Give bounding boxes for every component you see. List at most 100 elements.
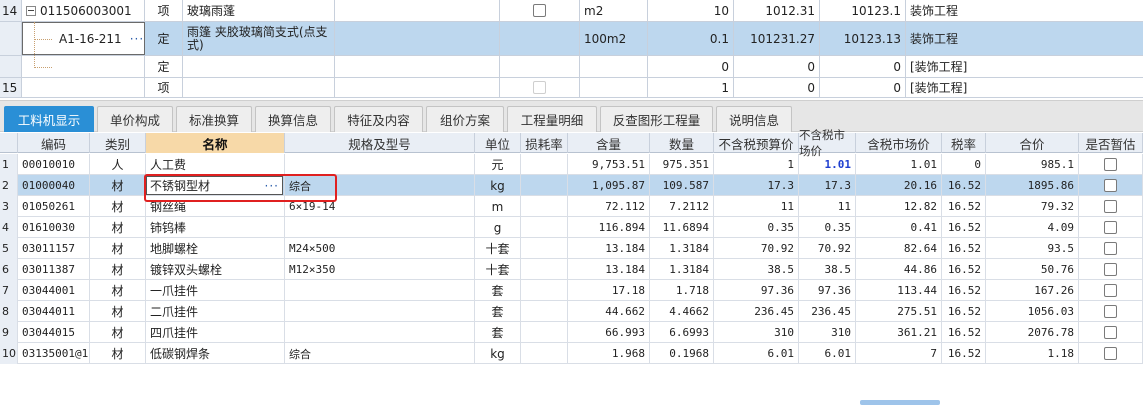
resource-row[interactable]: 5 03011157 材地脚螺栓 M24×500 十套 13.184 1.3184 70.92…	[0, 238, 1143, 259]
cell-content[interactable]: 44.662	[568, 301, 650, 322]
cell-total[interactable]: 985.1	[986, 154, 1079, 175]
cell-provisional[interactable]	[1079, 175, 1143, 196]
cell-loss[interactable]	[521, 259, 568, 280]
cell-spec[interactable]: 6×19-14	[285, 196, 475, 217]
cell-qty[interactable]: 975.351	[650, 154, 714, 175]
provisional-checkbox[interactable]	[1104, 158, 1117, 171]
checkbox-cell[interactable]	[500, 0, 580, 21]
cell-market[interactable]: 310	[799, 322, 856, 343]
cell-type[interactable]: 材	[90, 301, 146, 322]
horizontal-scrollbar-thumb[interactable]	[860, 400, 940, 405]
type-cell[interactable]: 项	[145, 0, 183, 21]
cell-qty[interactable]: 11.6894	[650, 217, 714, 238]
cell-code[interactable]: 03044015	[18, 322, 90, 343]
cell-provisional[interactable]	[1079, 154, 1143, 175]
cell-type[interactable]: 材	[90, 259, 146, 280]
resource-row[interactable]: 10 03135001@1 材低碳钢焊条 综合 kg 1.968 0.1968 6.01 6.0…	[0, 343, 1143, 364]
cell-type[interactable]: 材	[90, 175, 146, 196]
header-content[interactable]: 含量	[568, 133, 650, 153]
cell-spec[interactable]: 综合	[285, 175, 475, 196]
header-code[interactable]: 编码	[18, 133, 90, 153]
spec-cell[interactable]	[335, 56, 500, 77]
unit-cell[interactable]	[580, 78, 648, 97]
name-cell[interactable]: 玻璃雨蓬	[183, 0, 335, 21]
more-options-icon[interactable]: ···	[265, 179, 279, 193]
cell-code[interactable]: 03135001@1	[18, 343, 90, 364]
cell-budget[interactable]: 17.3	[714, 175, 799, 196]
price-cell[interactable]: 1012.31	[734, 0, 820, 21]
cell-name[interactable]: 二爪挂件	[146, 301, 285, 322]
resource-row-selected[interactable]: 2 01000040 材不锈钢型材 ··· 综合 kg 1,095.87 109.587 17.…	[0, 175, 1143, 196]
provisional-checkbox[interactable]	[1104, 263, 1117, 276]
cell-tax[interactable]: 16.52	[942, 259, 986, 280]
qty-cell[interactable]: 0.1	[648, 22, 734, 55]
cell-market[interactable]: 11	[799, 196, 856, 217]
cell-market[interactable]: 1.01	[799, 154, 856, 175]
cell-loss[interactable]	[521, 322, 568, 343]
cell-provisional[interactable]	[1079, 322, 1143, 343]
cell-unit[interactable]: 套	[475, 301, 521, 322]
qty-cell[interactable]: 10	[648, 0, 734, 21]
cell-spec[interactable]	[285, 154, 475, 175]
cell-taxmarket[interactable]: 361.21	[856, 322, 942, 343]
cell-market[interactable]: 38.5	[799, 259, 856, 280]
cell-tax[interactable]: 16.52	[942, 196, 986, 217]
cell-budget[interactable]: 70.92	[714, 238, 799, 259]
cell-total[interactable]: 50.76	[986, 259, 1079, 280]
spec-cell[interactable]	[335, 0, 500, 21]
cell-qty[interactable]: 7.2112	[650, 196, 714, 217]
header-unit[interactable]: 单位	[475, 133, 521, 153]
cell-content[interactable]: 13.184	[568, 238, 650, 259]
checkbox[interactable]	[533, 4, 546, 17]
tab-reverse-graphic-quantity[interactable]: 反查图形工程量	[600, 106, 713, 132]
provisional-checkbox[interactable]	[1104, 242, 1117, 255]
quota-row[interactable]: 定 0 0 0 [装饰工程]	[0, 56, 1143, 78]
cell-name[interactable]: 铈钨棒	[146, 217, 285, 238]
qty-cell[interactable]: 1	[648, 78, 734, 97]
cell-unit[interactable]: m	[475, 196, 521, 217]
checkbox-cell[interactable]	[500, 56, 580, 77]
cell-spec[interactable]	[285, 301, 475, 322]
cell-budget[interactable]: 0.35	[714, 217, 799, 238]
total-cell[interactable]: 0	[820, 56, 906, 77]
cell-provisional[interactable]	[1079, 301, 1143, 322]
cell-type[interactable]: 材	[90, 238, 146, 259]
cell-type[interactable]: 材	[90, 217, 146, 238]
header-loss-rate[interactable]: 损耗率	[521, 133, 568, 153]
unit-cell[interactable]	[580, 56, 648, 77]
header-tax-rate[interactable]: 税率	[942, 133, 986, 153]
cell-tax[interactable]: 16.52	[942, 238, 986, 259]
cell-market[interactable]: 0.35	[799, 217, 856, 238]
cell-provisional[interactable]	[1079, 217, 1143, 238]
type-cell[interactable]: 项	[145, 78, 183, 97]
cell-qty[interactable]: 4.4662	[650, 301, 714, 322]
cell-spec[interactable]	[285, 322, 475, 343]
code-cell[interactable]: 011506003001	[22, 0, 145, 21]
header-spec[interactable]: 规格及型号	[285, 133, 475, 153]
type-cell[interactable]: 定	[145, 22, 183, 55]
cell-qty[interactable]: 1.718	[650, 280, 714, 301]
unit-cell[interactable]: 100m2	[580, 22, 648, 55]
resource-row[interactable]: 1 00010010 人人工费元 9,753.51 975.351 1 1.01 1.01 0 9…	[0, 154, 1143, 175]
cell-loss[interactable]	[521, 154, 568, 175]
cell-market[interactable]: 6.01	[799, 343, 856, 364]
cell-unit[interactable]: 十套	[475, 238, 521, 259]
price-cell[interactable]: 101231.27	[734, 22, 820, 55]
cell-tax[interactable]: 16.52	[942, 175, 986, 196]
name-edit-input[interactable]: 不锈钢型材 ···	[146, 176, 283, 195]
cell-taxmarket[interactable]: 44.86	[856, 259, 942, 280]
cell-loss[interactable]	[521, 217, 568, 238]
cell-unit[interactable]: kg	[475, 343, 521, 364]
cell-taxmarket[interactable]: 275.51	[856, 301, 942, 322]
cell-type[interactable]: 材	[90, 343, 146, 364]
header-total[interactable]: 合价	[986, 133, 1079, 153]
total-cell[interactable]: 10123.1	[820, 0, 906, 21]
cell-type[interactable]: 材	[90, 280, 146, 301]
provisional-checkbox[interactable]	[1104, 284, 1117, 297]
checkbox-cell[interactable]	[500, 78, 580, 97]
cell-content[interactable]: 116.894	[568, 217, 650, 238]
cell-unit[interactable]: g	[475, 217, 521, 238]
cell-qty[interactable]: 1.3184	[650, 238, 714, 259]
cell-qty[interactable]: 6.6993	[650, 322, 714, 343]
cell-taxmarket[interactable]: 113.44	[856, 280, 942, 301]
